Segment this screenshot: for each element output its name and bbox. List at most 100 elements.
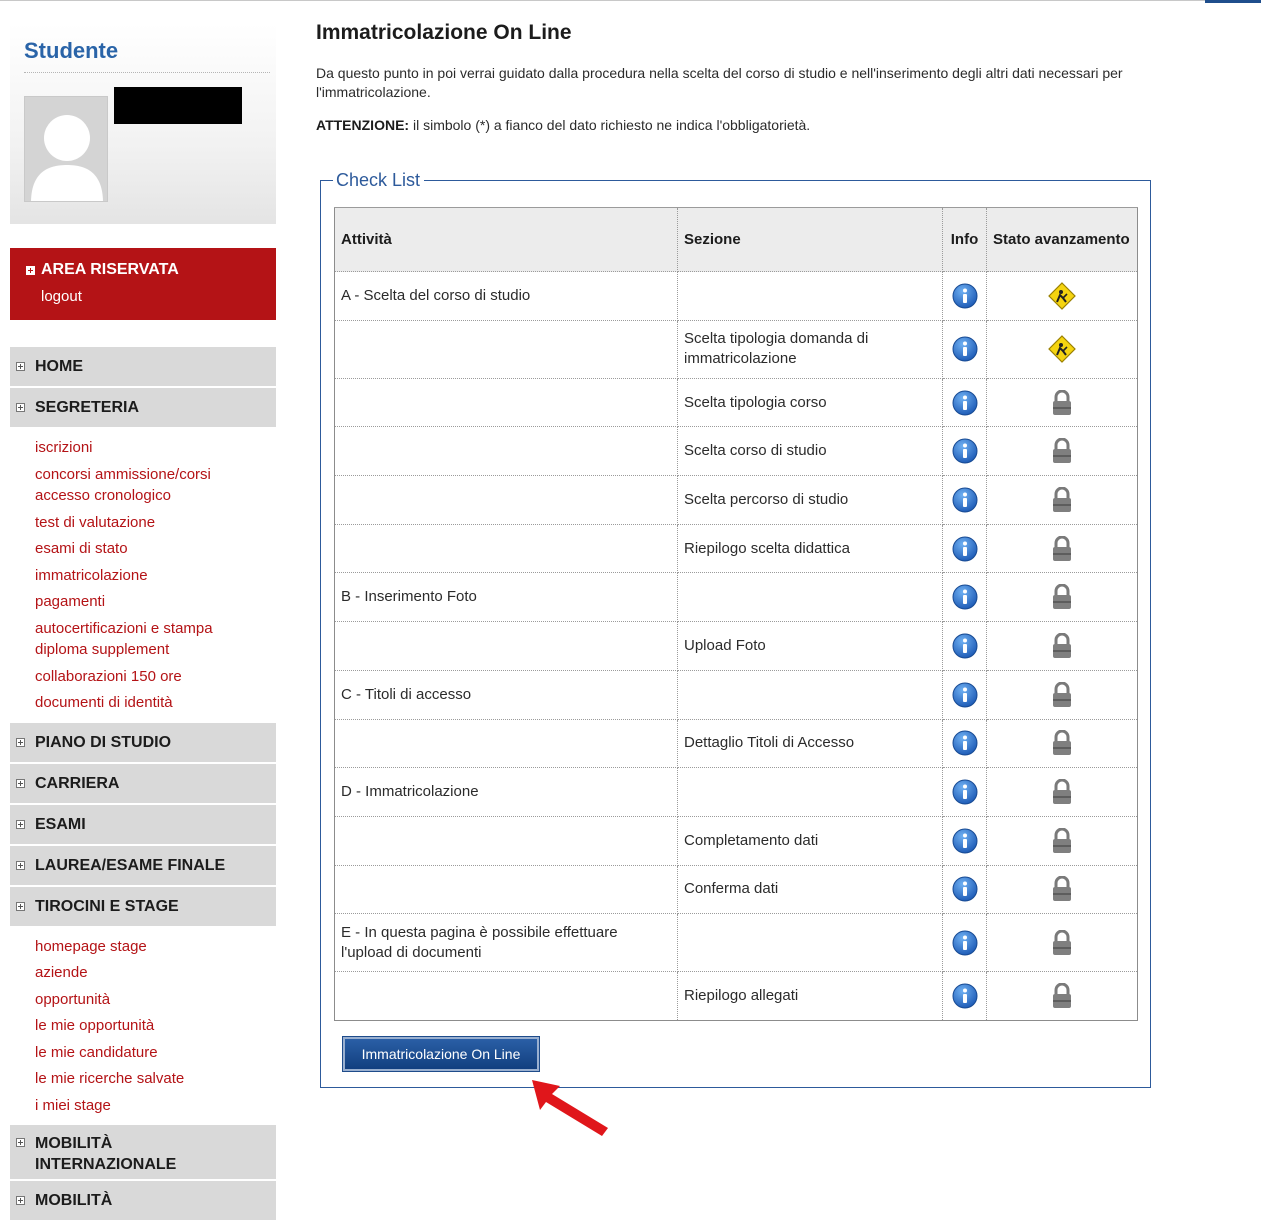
sidebar-item-autocertificazioni[interactable]: autocertificazioni e stampa diploma supp… (35, 618, 245, 661)
cell-sezione: Dettaglio Titoli di Accesso (677, 718, 943, 769)
sidebar-item-miei-stage[interactable]: i miei stage (35, 1095, 276, 1117)
sidebar-item-documenti-identita[interactable]: documenti di identità (35, 692, 276, 714)
header-info: Info (942, 207, 987, 272)
sidebar-item-collaborazioni[interactable]: collaborazioni 150 ore (35, 666, 276, 688)
cell-sezione (677, 271, 943, 321)
menu-mobilita[interactable]: MOBILITÀ INTERNAZIONALE (10, 1125, 276, 1181)
lock-icon (1053, 389, 1071, 415)
header-attivita: Attività (334, 207, 678, 272)
sidebar-item-opportunita[interactable]: opportunità (35, 989, 276, 1011)
sidebar-item-immatricolazione[interactable]: immatricolazione (35, 565, 276, 587)
sidebar-item-aziende[interactable]: aziende (35, 962, 276, 984)
info-icon[interactable] (952, 487, 978, 513)
cell-sezione: Scelta tipologia corso (677, 377, 943, 428)
attention-label: ATTENZIONE: (316, 117, 410, 133)
area-riservata-title: AREA RISERVATA (26, 261, 276, 279)
sidebar-item-ricerche-salvate[interactable]: le mie ricerche salvate (35, 1068, 276, 1090)
info-icon[interactable] (952, 336, 978, 362)
info-icon[interactable] (952, 779, 978, 805)
sidebar-item-iscrizioni[interactable]: iscrizioni (35, 437, 276, 459)
table-row: E - In questa pagina è possibile effettu… (334, 913, 1138, 973)
lock-icon (1053, 486, 1071, 512)
sidebar-item-mie-opportunita[interactable]: le mie opportunità (35, 1015, 276, 1037)
user-separator (24, 72, 270, 73)
cell-info (942, 669, 987, 720)
info-icon[interactable] (952, 876, 978, 902)
menu-carriera-label: CARRIERA (35, 774, 120, 792)
sidebar-item-pagamenti[interactable]: pagamenti (35, 591, 276, 613)
lock-icon (1053, 730, 1071, 756)
cell-sezione (677, 913, 943, 973)
menu-esami[interactable]: ESAMI (10, 804, 276, 846)
in-progress-icon (1048, 281, 1076, 310)
info-icon[interactable] (952, 983, 978, 1009)
cell-info (942, 271, 987, 321)
sidebar-menu: HOME SEGRETERIA iscrizioni concorsi ammi… (10, 347, 276, 1222)
cell-sezione (677, 767, 943, 817)
menu-mobilita-label: MOBILITÀ INTERNAZIONALE (35, 1135, 177, 1173)
cell-attivita (334, 718, 678, 769)
table-row: B - Inserimento Foto (334, 572, 1138, 623)
cell-stato (986, 271, 1138, 321)
checklist-body: A - Scelta del corso di studio Scelta tip… (334, 271, 1138, 1021)
sidebar-item-homepage-stage[interactable]: homepage stage (35, 936, 276, 958)
info-icon[interactable] (952, 390, 978, 416)
info-icon[interactable] (952, 828, 978, 854)
sidebar-item-concorsi[interactable]: concorsi ammissione/corsi accesso cronol… (35, 464, 245, 507)
cell-attivita: D - Immatricolazione (334, 767, 678, 817)
table-row: Scelta tipologia domanda di immatricolaz… (334, 319, 1138, 379)
table-header-row: Attività Sezione Info Stato avanzamento (334, 207, 1138, 272)
logout-link[interactable]: logout (41, 288, 276, 305)
sidebar-item-mie-candidature[interactable]: le mie candidature (35, 1042, 276, 1064)
menu-carriera[interactable]: CARRIERA (10, 763, 276, 805)
checklist-legend: Check List (333, 170, 425, 190)
table-row: Riepilogo scelta didattica (334, 523, 1138, 574)
menu-laurea-label: LAUREA/ESAME FINALE (35, 856, 226, 874)
immatricolazione-button[interactable]: Immatricolazione On Line (342, 1036, 540, 1072)
info-icon[interactable] (952, 633, 978, 659)
info-icon[interactable] (952, 730, 978, 756)
cell-info (942, 971, 987, 1021)
segreteria-submenu: iscrizioni concorsi ammissione/corsi acc… (10, 429, 276, 723)
expand-icon (16, 403, 25, 412)
top-border (0, 0, 1261, 1)
table-row: Scelta percorso di studio (334, 475, 1138, 525)
cell-attivita (334, 621, 678, 671)
cell-sezione: Scelta corso di studio (677, 426, 943, 477)
menu-esami-label: ESAMI (35, 815, 86, 833)
lock-icon (1053, 876, 1071, 902)
in-progress-icon (1048, 335, 1076, 364)
menu-piano-studio-label: PIANO DI STUDIO (35, 733, 172, 751)
menu-laurea[interactable]: LAUREA/ESAME FINALE (10, 845, 276, 887)
lock-icon (1053, 983, 1071, 1009)
cell-info (942, 913, 987, 973)
cell-sezione (677, 669, 943, 720)
menu-segreteria-label: SEGRETERIA (35, 399, 140, 416)
info-icon[interactable] (952, 930, 978, 956)
cell-stato (986, 913, 1138, 973)
lock-icon (1053, 827, 1071, 853)
info-icon[interactable] (952, 584, 978, 610)
expand-icon (16, 362, 25, 371)
sidebar-item-esami-stato[interactable]: esami di stato (35, 538, 276, 560)
menu-segreteria[interactable]: SEGRETERIA (10, 388, 276, 429)
cell-sezione (677, 572, 943, 623)
lock-icon (1053, 681, 1071, 707)
menu-piano-studio[interactable]: PIANO DI STUDIO (10, 722, 276, 764)
menu-tirocini[interactable]: TIROCINI E STAGE (10, 886, 276, 928)
info-icon[interactable] (952, 682, 978, 708)
tirocini-submenu: homepage stage aziende opportunità le mi… (10, 928, 276, 1126)
sidebar-item-test-valutazione[interactable]: test di valutazione (35, 512, 276, 534)
header-sezione: Sezione (677, 207, 943, 272)
cell-attivita (334, 864, 678, 915)
info-icon[interactable] (952, 438, 978, 464)
menu-mobilita-2[interactable]: MOBILITÀ (10, 1181, 276, 1222)
cell-sezione: Riepilogo allegati (677, 971, 943, 1021)
table-row: Scelta corso di studio (334, 426, 1138, 477)
cell-info (942, 621, 987, 671)
cell-stato (986, 669, 1138, 720)
info-icon[interactable] (952, 536, 978, 562)
menu-home[interactable]: HOME (10, 347, 276, 388)
info-icon[interactable] (952, 283, 978, 309)
cell-attivita (334, 475, 678, 525)
